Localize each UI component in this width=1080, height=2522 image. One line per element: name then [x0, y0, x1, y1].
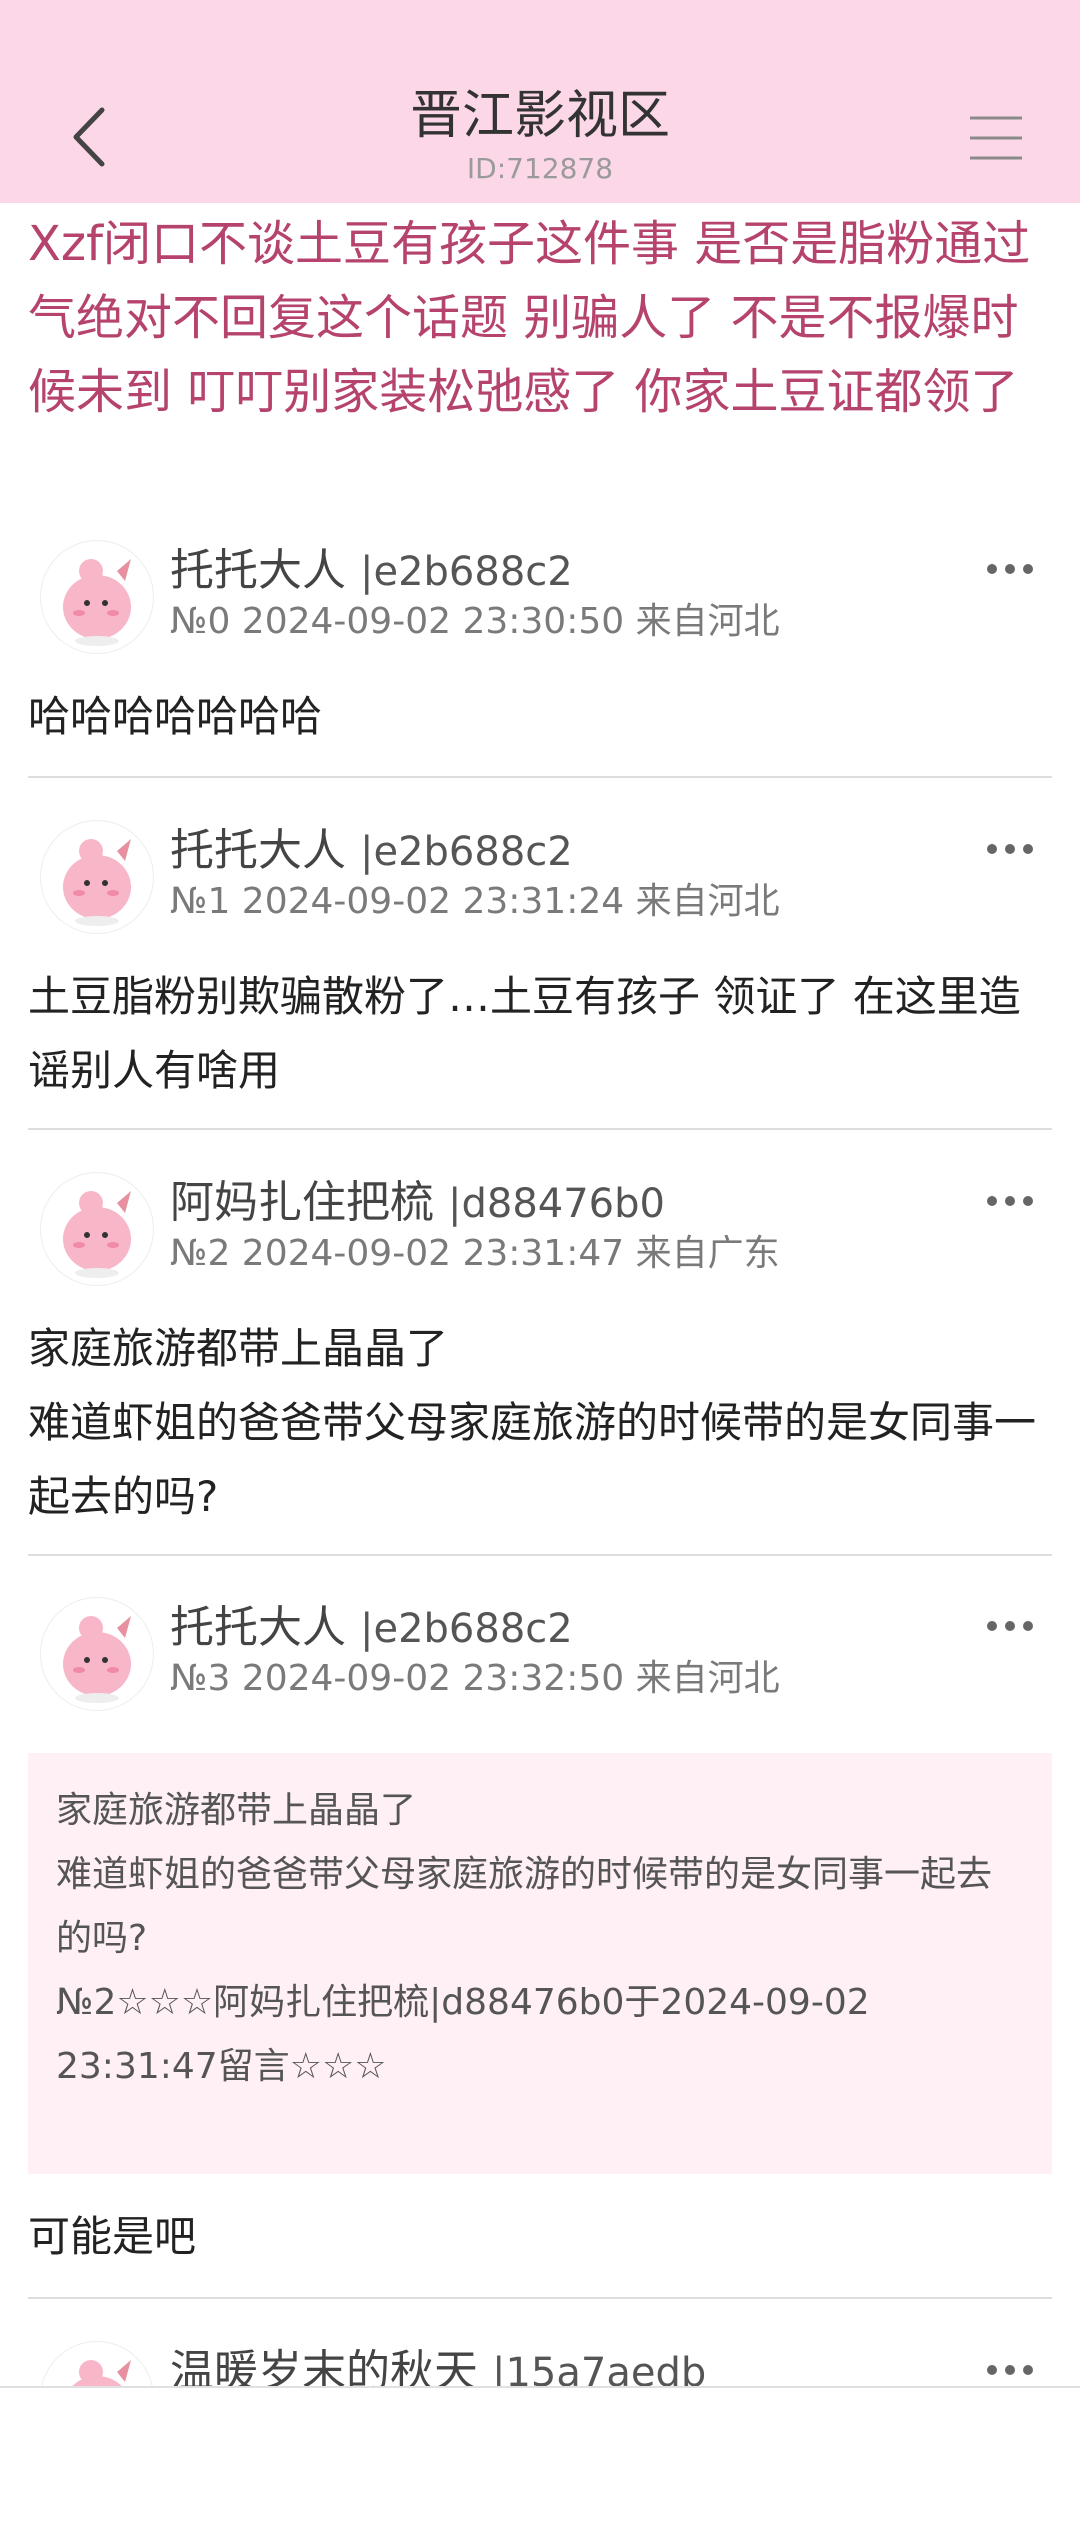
more-options-button[interactable]: [984, 554, 1036, 584]
more-options-button[interactable]: [984, 1611, 1036, 1641]
pink-character-avatar: [63, 1616, 131, 1703]
post-meta: №2 2024-09-02 23:31:47 来自广东: [170, 1233, 780, 1274]
post-author[interactable]: 托托大人 |e2b688c2: [170, 544, 573, 599]
post-uid: |e2b688c2: [360, 549, 573, 595]
board-id: ID:712878: [466, 152, 614, 185]
thread-title: Xzf闭口不谈土豆有孩子这件事 是否是脂粉通过气绝对不回复这个话题 别骗人了 不…: [28, 216, 1031, 420]
more-dots-icon: [987, 2365, 1033, 2375]
post-meta: №0 2024-09-02 23:30:50 来自河北: [170, 601, 780, 642]
divider: [28, 1128, 1052, 1130]
post-author[interactable]: 托托大人 |e2b688c2: [170, 824, 573, 879]
pink-character-avatar: [63, 839, 131, 926]
post-content: 可能是吧: [28, 2212, 197, 2261]
pink-character-avatar: [63, 559, 131, 646]
more-dots-icon: [987, 1196, 1033, 1206]
divider: [28, 776, 1052, 778]
more-options-button[interactable]: [984, 2355, 1036, 2385]
hamburger-menu-icon: [970, 116, 1022, 160]
more-dots-icon: [987, 844, 1033, 854]
post-meta: №3 2024-09-02 23:32:50 来自河北: [170, 1658, 780, 1699]
more-dots-icon: [987, 1621, 1033, 1631]
pink-character-avatar: [63, 1191, 131, 1278]
post-content: 家庭旅游都带上晶晶了 难道虾姐的爸爸带父母家庭旅游的时候带的是女同事一起去的吗?: [28, 1324, 1037, 1521]
avatar[interactable]: [40, 540, 154, 654]
avatar[interactable]: [40, 1172, 154, 1286]
more-options-button[interactable]: [984, 834, 1036, 864]
post-uid: |e2b688c2: [360, 1606, 573, 1652]
quoted-reply: 家庭旅游都带上晶晶了 难道虾姐的爸爸带父母家庭旅游的时候带的是女同事一起去的吗?…: [28, 1753, 1052, 2174]
more-dots-icon: [987, 564, 1033, 574]
avatar[interactable]: [40, 820, 154, 934]
divider: [28, 2297, 1052, 2299]
page-title: 晋江影视区: [409, 86, 670, 146]
menu-button[interactable]: [966, 112, 1026, 164]
post-author[interactable]: 托托大人 |e2b688c2: [170, 1601, 573, 1656]
post-uid: |e2b688c2: [360, 829, 573, 875]
quoted-reply-text: 家庭旅游都带上晶晶了 难道虾姐的爸爸带父母家庭旅游的时候带的是女同事一起去的吗?…: [56, 1790, 993, 2087]
post-uid: |d88476b0: [448, 1181, 665, 1227]
post-content: 土豆脂粉别欺骗散粉了…土豆有孩子 领证了 在这里造谣别人有啥用: [28, 972, 1021, 1095]
avatar[interactable]: [40, 1597, 154, 1711]
post-author[interactable]: 阿妈扎住把梳 |d88476b0: [170, 1176, 665, 1231]
bottom-bar: [0, 2386, 1080, 2522]
post-content: 哈哈哈哈哈哈哈: [28, 692, 323, 741]
top-bar: 晋江影视区 ID:712878: [0, 0, 1080, 203]
more-options-button[interactable]: [984, 1186, 1036, 1216]
divider: [28, 1554, 1052, 1556]
post-meta: №1 2024-09-02 23:31:24 来自河北: [170, 881, 780, 922]
